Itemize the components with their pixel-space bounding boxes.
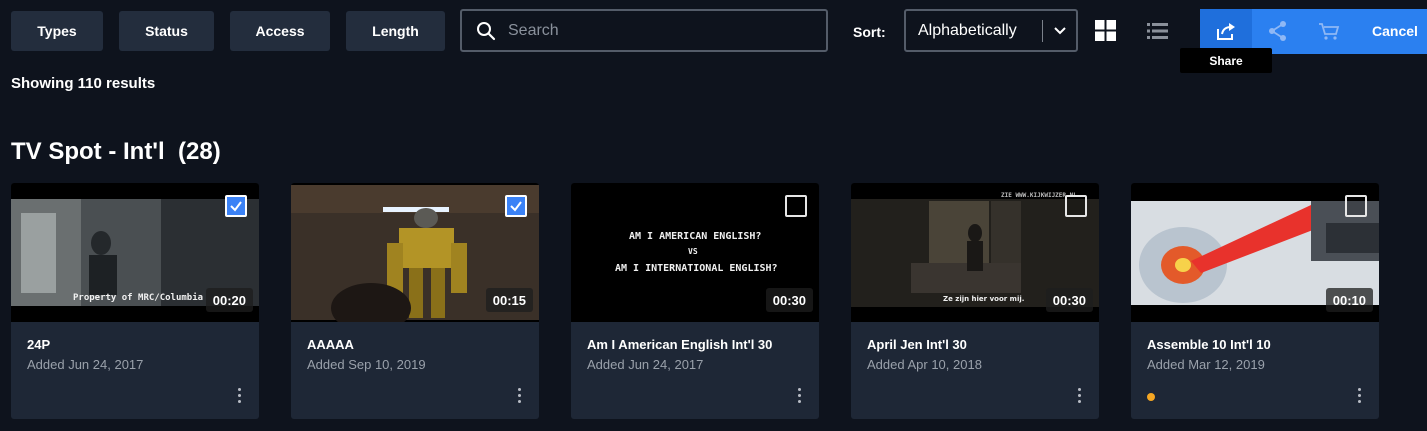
sort-selected-value: Alphabetically [918,21,1017,39]
card-date: Added Apr 10, 2018 [867,357,982,372]
search-input[interactable] [508,21,808,40]
chevron-down-icon [1053,26,1067,36]
sort-label: Sort: [853,24,886,40]
cancel-button[interactable]: Cancel [1372,23,1418,39]
filter-types-button[interactable]: Types [11,11,103,51]
section-title: TV Spot - Int'l (28) [11,138,221,166]
thumbnail-watermark: Property of MRC/Columbia [73,293,204,303]
sort-divider [1042,19,1043,42]
status-dot [1147,393,1155,401]
more-options-icon[interactable] [515,388,523,406]
sort-dropdown[interactable]: Alphabetically [904,9,1078,52]
asset-card[interactable]: 00:10 Assemble 10 Int'l 10 Added Mar 12,… [1131,183,1379,419]
filter-access-button[interactable]: Access [230,11,330,51]
card-date: Added Jun 24, 2017 [27,357,144,372]
card-date: Added Sep 10, 2019 [307,357,426,372]
more-options-icon[interactable] [1075,388,1083,406]
duration-badge: 00:30 [765,288,813,312]
asset-card[interactable]: Property of MRC/Columbia 00:20 24P Added… [11,183,259,419]
card-title[interactable]: Am I American English Int'l 30 [587,337,772,352]
card-title[interactable]: 24P [27,337,50,352]
video-thumbnail[interactable]: 00:15 [291,183,539,322]
duration-badge: 00:30 [1045,288,1093,312]
list-view-icon[interactable] [1147,20,1169,42]
card-date: Added Mar 12, 2019 [1147,357,1265,372]
card-title[interactable]: April Jen Int'l 30 [867,337,967,352]
duration-badge: 00:10 [1325,288,1373,312]
filter-status-button[interactable]: Status [119,11,214,51]
filter-length-button[interactable]: Length [346,11,445,51]
checkmark-icon [510,201,522,212]
thumbnail-subtitle: Ze zijn hier voor mij. [943,295,1025,303]
share-icon [1215,20,1237,42]
more-options-icon[interactable] [795,388,803,406]
more-options-icon[interactable] [1355,388,1363,406]
share-nodes-icon[interactable] [1267,20,1289,42]
card-title[interactable]: AAAAA [307,337,354,352]
results-count: Showing 110 results [11,75,156,92]
asset-card[interactable]: ZIE WWW.KIJKWIJZER.NL Ze zijn hier voor … [851,183,1099,419]
duration-badge: 00:15 [485,288,533,312]
video-thumbnail[interactable]: 00:10 [1131,183,1379,322]
select-checkbox[interactable] [1065,195,1087,217]
select-checkbox[interactable] [785,195,807,217]
thumbnail-text-line: AM I AMERICAN ENGLISH? [629,231,762,242]
grid-view-icon[interactable] [1095,20,1117,42]
video-thumbnail[interactable]: Property of MRC/Columbia 00:20 [11,183,259,322]
duration-badge: 00:20 [205,288,253,312]
asset-card[interactable]: AM I AMERICAN ENGLISH? VS AM I INTERNATI… [571,183,819,419]
more-options-icon[interactable] [235,388,243,406]
thumbnail-text-line: AM I INTERNATIONAL ENGLISH? [615,263,778,274]
asset-card[interactable]: 00:15 AAAAA Added Sep 10, 2019 [291,183,539,419]
video-thumbnail[interactable]: AM I AMERICAN ENGLISH? VS AM I INTERNATI… [571,183,819,322]
section-name: TV Spot - Int'l [11,138,165,165]
checkmark-icon [230,201,242,212]
search-box[interactable] [460,9,828,52]
thumbnail-text-line: VS [688,247,698,256]
cart-icon[interactable] [1318,20,1340,42]
search-icon [477,21,496,40]
share-tooltip: Share [1180,48,1272,73]
select-checkbox[interactable] [1345,195,1367,217]
select-checkbox[interactable] [505,195,527,217]
section-count: (28) [178,138,221,165]
select-checkbox[interactable] [225,195,247,217]
card-title[interactable]: Assemble 10 Int'l 10 [1147,337,1271,352]
video-thumbnail[interactable]: ZIE WWW.KIJKWIJZER.NL Ze zijn hier voor … [851,183,1099,322]
card-date: Added Jun 24, 2017 [587,357,704,372]
